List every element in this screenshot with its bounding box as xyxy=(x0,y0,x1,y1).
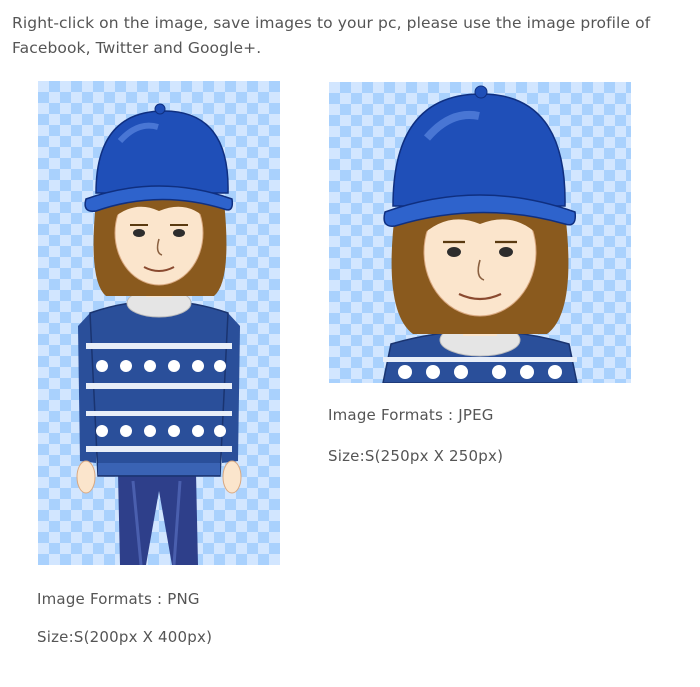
png-size-label: Size:S(200px X 400px) xyxy=(37,628,213,646)
jpeg-size-label: Size:S(250px X 250px) xyxy=(328,447,504,465)
intro-text: Right-click on the image, save images to… xyxy=(12,14,651,57)
avatar-full-body-icon xyxy=(76,103,242,565)
jpeg-format-label: Image Formats : JPEG xyxy=(328,406,494,424)
avatar-full-body-image[interactable] xyxy=(38,81,280,565)
avatar-bust-image[interactable] xyxy=(329,82,631,383)
avatar-bust-icon xyxy=(382,85,578,383)
png-format-label: Image Formats : PNG xyxy=(37,590,200,608)
